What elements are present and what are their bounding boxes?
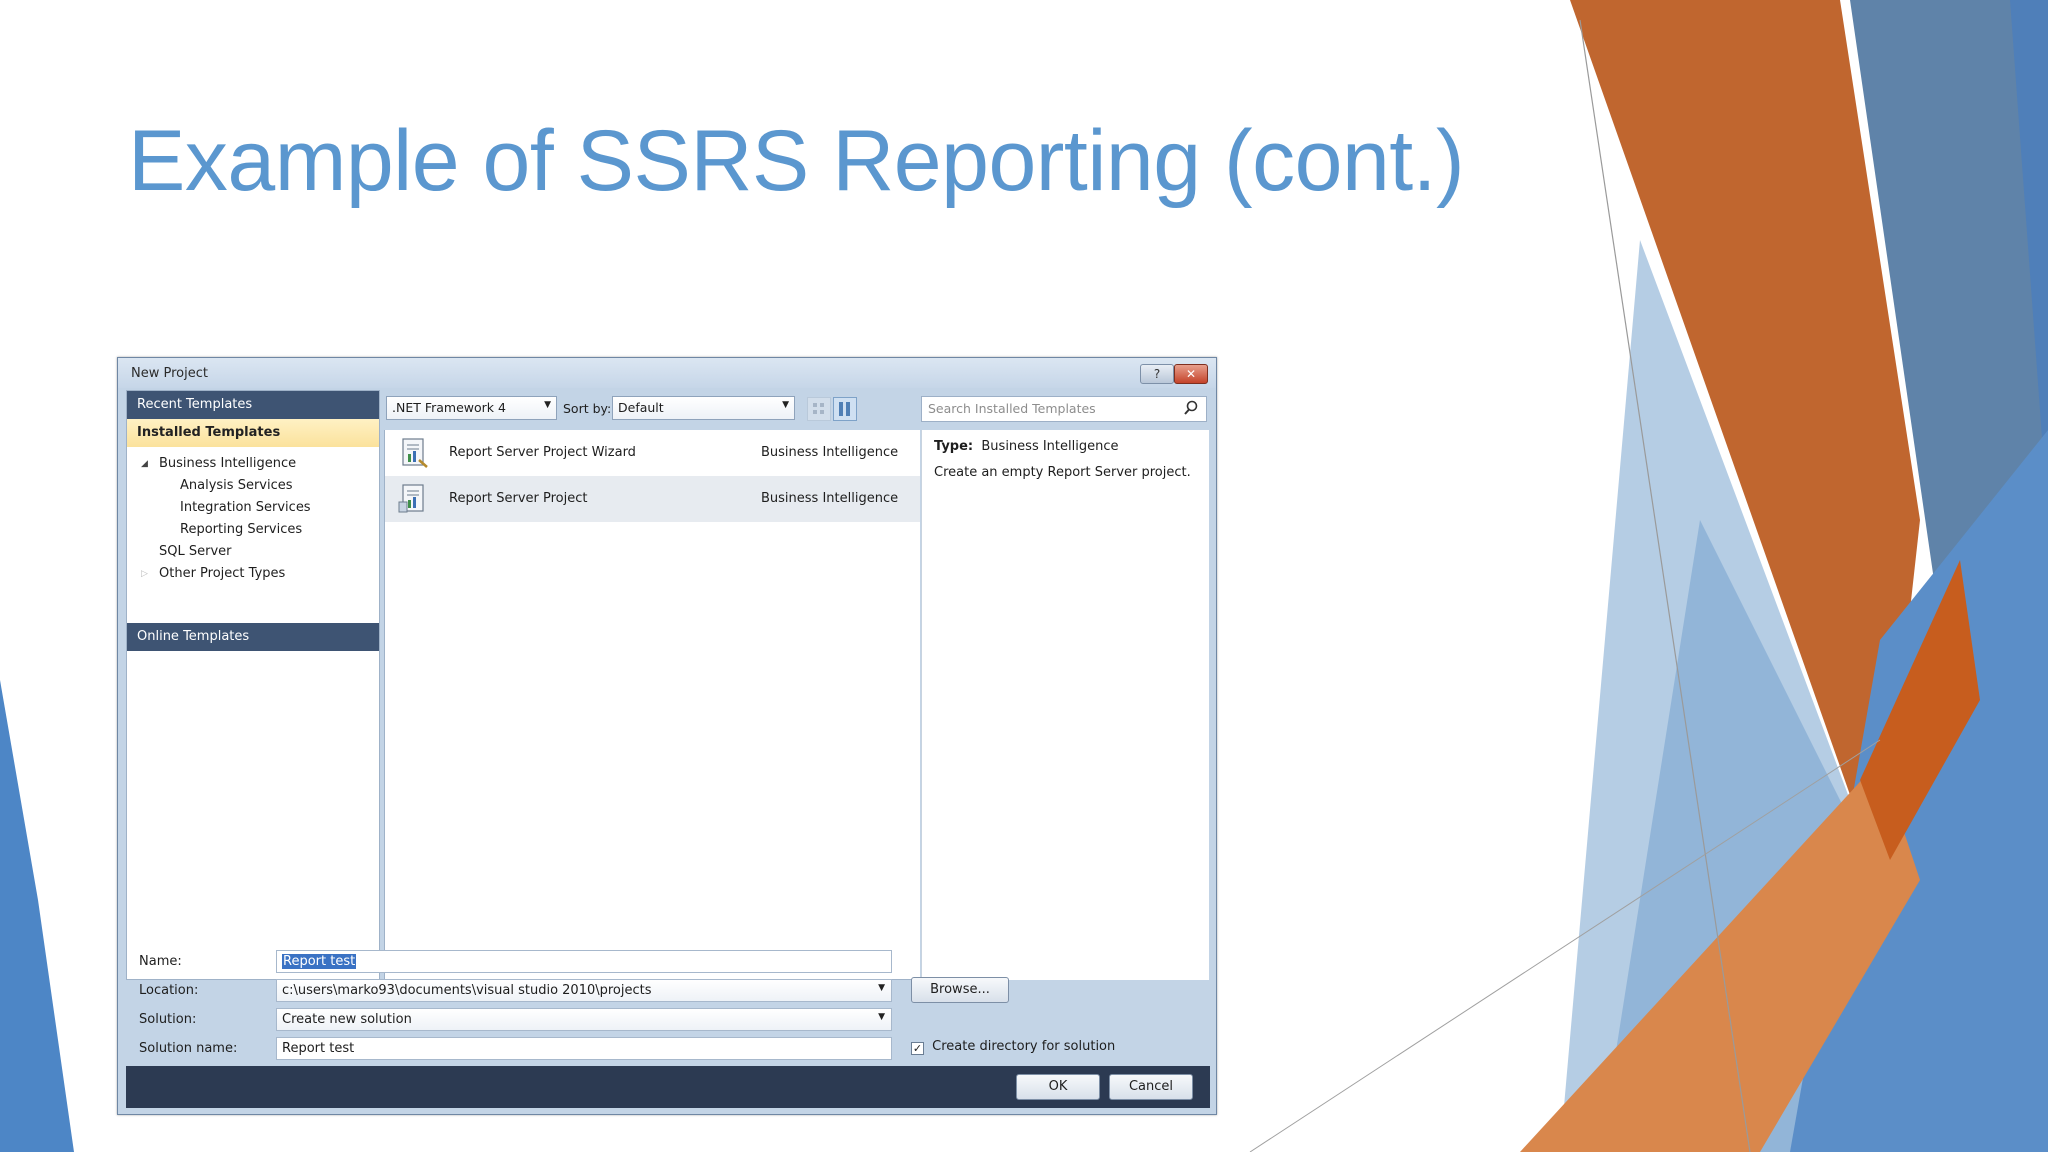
template-row-report-server-project[interactable]: Report Server Project Business Intellige…	[385, 476, 920, 522]
create-directory-option[interactable]: ✓ Create directory for solution	[911, 1039, 1115, 1055]
list-view-button[interactable]	[833, 397, 857, 421]
template-category: Business Intelligence	[761, 491, 899, 506]
new-project-dialog: New Project ? ✕ Recent Templates Install…	[117, 357, 1217, 1115]
tree-item-integration-services[interactable]: Integration Services	[127, 497, 379, 519]
cancel-button[interactable]: Cancel	[1109, 1074, 1193, 1100]
dialog-title: New Project	[131, 366, 208, 381]
recent-templates-header[interactable]: Recent Templates	[127, 391, 379, 419]
framework-select[interactable]: .NET Framework 4 ▼	[386, 396, 557, 420]
name-label: Name:	[139, 954, 182, 969]
dialog-titlebar: New Project ? ✕	[118, 358, 1216, 388]
template-category: Business Intelligence	[761, 445, 899, 460]
template-type: Type: Business Intelligence	[934, 439, 1119, 454]
solution-name-input[interactable]: Report test	[276, 1037, 892, 1060]
expand-arrow-icon[interactable]: ◢	[141, 453, 148, 475]
dialog-footer: OK Cancel	[126, 1066, 1210, 1108]
templates-toolbar: .NET Framework 4 ▼ Sort by: Default ▼	[386, 396, 866, 422]
dropdown-arrow-icon: ▼	[782, 400, 789, 410]
tree-item-other-project-types[interactable]: ▷ Other Project Types	[127, 563, 379, 585]
solution-select[interactable]: Create new solution ▼	[276, 1008, 892, 1031]
tree-item-business-intelligence[interactable]: ◢ Business Intelligence	[127, 453, 379, 475]
tree-item-sql-server[interactable]: SQL Server	[127, 541, 379, 563]
name-input[interactable]: Report test	[276, 950, 892, 973]
close-button[interactable]: ✕	[1174, 364, 1208, 384]
search-icon[interactable]	[1182, 399, 1200, 417]
sort-by-select[interactable]: Default ▼	[612, 396, 795, 420]
installed-templates-header[interactable]: Installed Templates	[127, 419, 379, 447]
dropdown-arrow-icon: ▼	[878, 1012, 885, 1022]
ok-button[interactable]: OK	[1016, 1074, 1100, 1100]
dropdown-arrow-icon: ▼	[544, 400, 551, 410]
template-info-pane: Type: Business Intelligence Create an em…	[921, 430, 1209, 980]
solution-label: Solution:	[139, 1012, 197, 1027]
tree-item-analysis-services[interactable]: Analysis Services	[127, 475, 379, 497]
location-label: Location:	[139, 983, 199, 998]
report-wizard-icon	[402, 438, 428, 468]
template-name: Report Server Project Wizard	[449, 445, 636, 460]
online-templates-header[interactable]: Online Templates	[127, 623, 379, 651]
template-categories-pane: Recent Templates Installed Templates ◢ B…	[126, 390, 380, 980]
small-icons-view-button[interactable]	[807, 397, 831, 421]
sort-by-label: Sort by:	[563, 401, 612, 416]
search-templates-input[interactable]: Search Installed Templates	[921, 396, 1207, 422]
slide-title: Example of SSRS Reporting (cont.)	[128, 113, 1465, 209]
tree-item-reporting-services[interactable]: Reporting Services	[127, 519, 379, 541]
location-input[interactable]: c:\users\marko93\documents\visual studio…	[276, 979, 892, 1002]
template-name: Report Server Project	[449, 491, 588, 506]
collapsed-arrow-icon[interactable]: ▷	[141, 563, 148, 585]
templates-list: Report Server Project Wizard Business In…	[384, 430, 920, 980]
template-description: Create an empty Report Server project.	[934, 465, 1191, 480]
browse-button[interactable]: Browse...	[911, 977, 1009, 1003]
help-button[interactable]: ?	[1140, 364, 1174, 384]
small-icons-icon	[813, 403, 824, 414]
create-directory-label: Create directory for solution	[932, 1039, 1116, 1054]
dropdown-arrow-icon: ▼	[878, 983, 885, 993]
solution-name-label: Solution name:	[139, 1041, 238, 1056]
list-view-icon	[839, 402, 850, 416]
report-project-icon	[398, 484, 424, 513]
create-directory-checkbox[interactable]: ✓	[911, 1042, 924, 1055]
template-tree: ◢ Business Intelligence Analysis Service…	[127, 447, 379, 589]
template-row-wizard[interactable]: Report Server Project Wizard Business In…	[385, 430, 920, 476]
